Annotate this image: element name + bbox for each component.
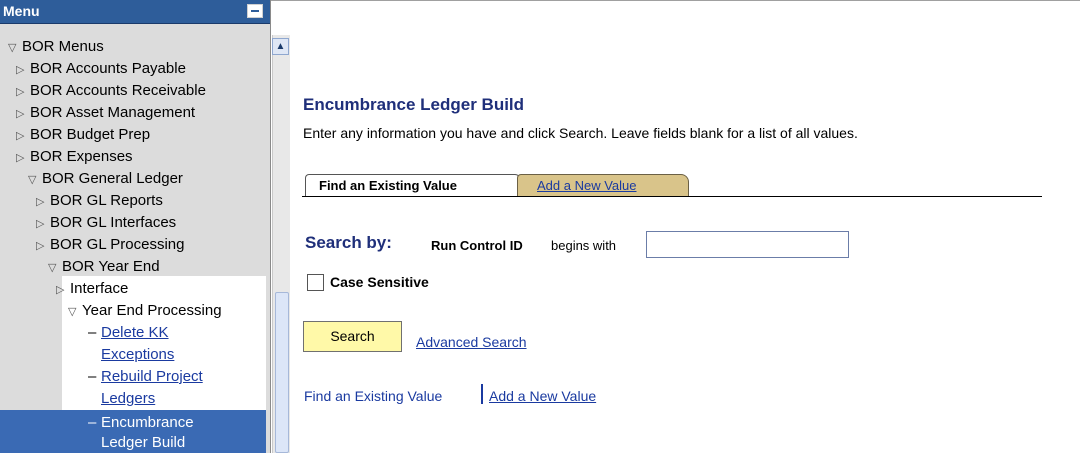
menu-item-interface[interactable]: ▷ Interface (56, 278, 128, 299)
search-operator: begins with (551, 238, 617, 253)
menu-item-label: BOR GL Interfaces (50, 214, 177, 231)
case-sensitive-label: Case Sensitive (330, 274, 429, 290)
menu-link-rebuild-project-ledgers-line2[interactable]: Ledgers (101, 388, 155, 409)
top-border (271, 0, 1080, 1)
expanded-triangle-icon: ▽ (28, 174, 37, 186)
collapsed-triangle-icon: ▷ (36, 196, 45, 208)
collapse-menu-button[interactable] (247, 4, 263, 18)
menu-item-label: BOR Accounts Payable (30, 60, 186, 77)
dash-icon: – (88, 324, 97, 341)
menu-item-general-ledger[interactable]: ▽ BOR General Ledger (28, 168, 183, 189)
find-existing-value-link[interactable]: Find an Existing Value (304, 388, 442, 404)
menu-item-label: BOR GL Reports (50, 192, 163, 209)
advanced-search-link[interactable]: Advanced Search (416, 334, 527, 350)
collapsed-triangle-icon: ▷ (16, 86, 25, 98)
run-control-id-label: Run Control ID (431, 238, 523, 253)
menu-item-label: BOR Accounts Receivable (30, 82, 206, 99)
menu-item-label: BOR GL Processing (50, 236, 185, 253)
add-new-value-link[interactable]: Add a New Value (489, 388, 596, 404)
case-sensitive-checkbox[interactable] (307, 274, 324, 291)
tab-baseline (302, 196, 1042, 197)
tab-label: Find an Existing Value (319, 178, 457, 193)
collapsed-triangle-icon: ▷ (16, 64, 25, 76)
menu-item-year-end-processing[interactable]: ▽ Year End Processing (68, 300, 222, 321)
collapsed-triangle-icon: ▷ (16, 152, 25, 164)
collapsed-triangle-icon: ▷ (56, 284, 65, 296)
tab-label: Add a New Value (537, 178, 637, 193)
search-by-label: Search by: (305, 233, 392, 252)
menu-header: Menu (0, 0, 270, 24)
collapsed-triangle-icon: ▷ (16, 108, 25, 120)
run-control-id-input[interactable] (646, 231, 849, 258)
page-title: Encumbrance Ledger Build (303, 95, 525, 114)
collapsed-triangle-icon: ▷ (16, 130, 25, 142)
menu-item-label: BOR Asset Management (30, 104, 196, 121)
instructions-text: Enter any information you have and click… (303, 125, 858, 141)
expanded-triangle-icon: ▽ (8, 42, 17, 54)
menu-item-budget-prep[interactable]: ▷ BOR Budget Prep (16, 124, 150, 145)
menu-item-bor-menus[interactable]: ▽ BOR Menus (8, 36, 104, 57)
menu-title: Menu (3, 3, 40, 19)
dash-icon: – (88, 368, 97, 385)
tab-find-existing-value[interactable]: Find an Existing Value (305, 174, 521, 196)
menu-item-label: BOR Year End (62, 258, 160, 275)
tab-add-new-value[interactable]: Add a New Value (517, 174, 689, 196)
search-button[interactable]: Search (303, 321, 402, 352)
scrollbar-thumb[interactable] (275, 292, 289, 453)
menu-item-gl-processing[interactable]: ▷ BOR GL Processing (36, 234, 185, 255)
menu-item-year-end[interactable]: ▽ BOR Year End (48, 256, 160, 277)
menu-item-label: BOR Expenses (30, 148, 133, 165)
menu-link-encumbrance-ledger-build-line2[interactable]: Ledger Build (101, 432, 185, 453)
menu-tree: ▽ BOR Menus ▷ BOR Accounts Payable ▷ BOR Ac… (0, 23, 270, 453)
menu-item-label: Year End Processing (82, 302, 222, 319)
menu-item-gl-interfaces[interactable]: ▷ BOR GL Interfaces (36, 212, 176, 233)
collapsed-triangle-icon: ▷ (36, 240, 45, 252)
menu-item-asset-management[interactable]: ▷ BOR Asset Management (16, 102, 195, 123)
scroll-up-arrow-icon[interactable]: ▲ (272, 38, 289, 55)
menu-link-delete-kk-exceptions-line1[interactable]: Delete KK (101, 322, 169, 343)
expanded-triangle-icon: ▽ (68, 306, 77, 318)
menu-link-encumbrance-ledger-build-line1[interactable]: Encumbrance (101, 412, 194, 433)
menu-item-label: BOR General Ledger (42, 170, 183, 187)
menu-item-label: BOR Menus (22, 38, 104, 55)
navigation-menu: Menu ▽ BOR Menus ▷ BOR Accounts Payable ▷ B… (0, 0, 271, 453)
menu-item-gl-reports[interactable]: ▷ BOR GL Reports (36, 190, 163, 211)
collapsed-triangle-icon: ▷ (36, 218, 45, 230)
expanded-triangle-icon: ▽ (48, 262, 57, 274)
menu-item-accounts-payable[interactable]: ▷ BOR Accounts Payable (16, 58, 186, 79)
link-separator (481, 384, 483, 404)
dash-icon: – (88, 414, 97, 431)
menu-item-expenses[interactable]: ▷ BOR Expenses (16, 146, 133, 167)
menu-link-delete-kk-exceptions-line2[interactable]: Exceptions (101, 344, 174, 365)
menu-item-label: BOR Budget Prep (30, 126, 151, 143)
menu-item-label: Interface (70, 280, 129, 297)
menu-link-rebuild-project-ledgers-line1[interactable]: Rebuild Project (101, 366, 203, 387)
menu-item-accounts-receivable[interactable]: ▷ BOR Accounts Receivable (16, 80, 206, 101)
